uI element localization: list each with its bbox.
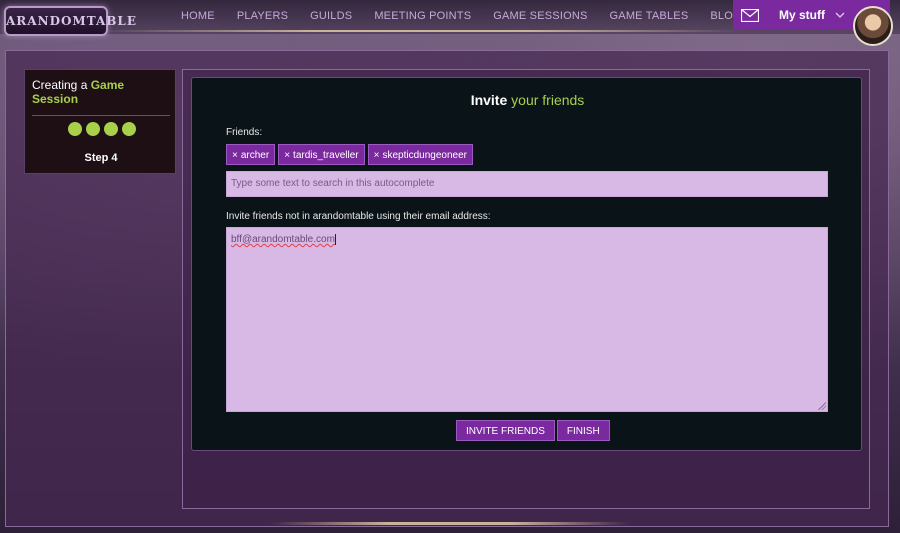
friend-chip[interactable]: × tardis_traveller bbox=[278, 144, 365, 165]
panel-title: Invite your friends bbox=[470, 92, 585, 108]
finish-button[interactable]: FINISH bbox=[556, 420, 610, 441]
step-progress bbox=[68, 122, 136, 136]
close-icon[interactable]: × bbox=[374, 150, 380, 161]
action-buttons: INVITE FRIENDS FINISH bbox=[456, 420, 610, 441]
main-nav: HOME PLAYERS GUILDS MEETING POINTS GAME … bbox=[170, 0, 753, 32]
step-dot bbox=[104, 122, 118, 136]
email-textarea[interactable]: bff@arandomtable.com bbox=[226, 227, 828, 412]
step-label: Step 4 bbox=[84, 152, 118, 164]
friends-chips: × archer × tardis_traveller × skepticdungeo… bbox=[226, 144, 473, 165]
step-dot bbox=[122, 122, 136, 136]
friend-chip[interactable]: × skepticdungeoneer bbox=[367, 144, 473, 165]
nav-guilds[interactable]: GUILDS bbox=[299, 0, 363, 32]
invite-panel: Invite your friends Friends: × archer × ta… bbox=[191, 77, 862, 451]
resize-grip-icon[interactable] bbox=[818, 402, 826, 410]
site-logo[interactable]: ARANDOMTABLE bbox=[4, 6, 136, 36]
close-icon[interactable]: × bbox=[232, 150, 238, 161]
friends-label: Friends: bbox=[226, 127, 263, 138]
avatar[interactable] bbox=[853, 6, 893, 46]
nav-players[interactable]: PLAYERS bbox=[226, 0, 299, 32]
nav-game-sessions[interactable]: GAME SESSIONS bbox=[482, 0, 598, 32]
chevron-down-icon[interactable] bbox=[835, 12, 845, 19]
text-caret bbox=[334, 234, 336, 245]
frame-ornament bbox=[270, 522, 630, 525]
step-card: Creating a Game Session Step 4 bbox=[24, 69, 176, 174]
nav-game-tables[interactable]: GAME TABLES bbox=[599, 0, 700, 32]
mail-icon[interactable] bbox=[741, 8, 759, 22]
email-value: bff@arandomtable.com bbox=[231, 234, 335, 246]
email-label: Invite friends not in arandomtable using… bbox=[226, 211, 491, 222]
step-dot bbox=[86, 122, 100, 136]
friend-search-input[interactable]: Type some text to search in this autocom… bbox=[226, 171, 828, 197]
nav-home[interactable]: HOME bbox=[170, 0, 226, 32]
step-dot bbox=[68, 122, 82, 136]
my-stuff-label[interactable]: My stuff bbox=[779, 8, 825, 22]
step-card-title: Creating a Game Session bbox=[32, 78, 125, 106]
close-icon[interactable]: × bbox=[284, 150, 290, 161]
nav-meeting-points[interactable]: MEETING POINTS bbox=[363, 0, 482, 32]
friend-chip[interactable]: × archer bbox=[226, 144, 276, 165]
divider bbox=[32, 115, 170, 116]
invite-friends-button[interactable]: INVITE FRIENDS bbox=[456, 420, 555, 441]
